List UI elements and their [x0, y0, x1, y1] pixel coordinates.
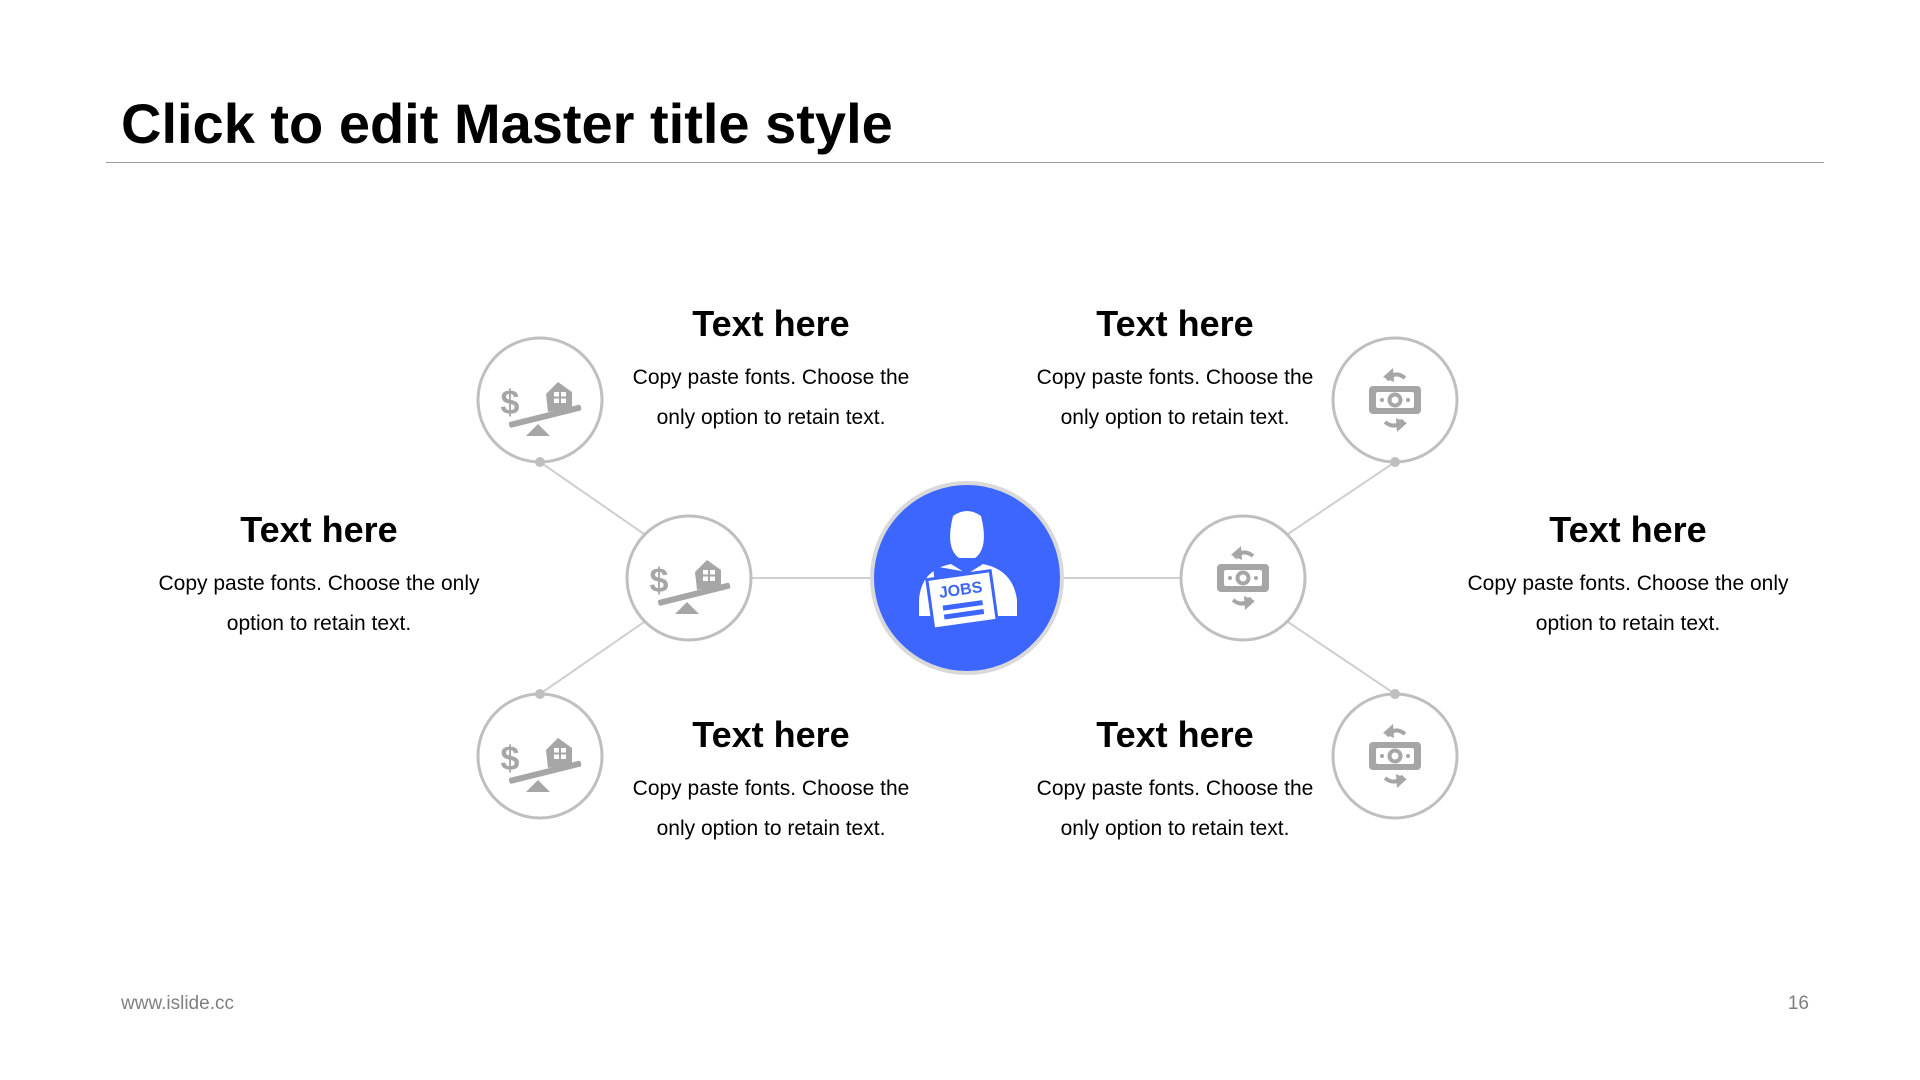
connector-line — [1287, 461, 1396, 535]
node-seesaw-house-dollar[interactable] — [625, 514, 753, 642]
connector-dot — [535, 689, 545, 699]
text-block-body: Copy paste fonts. Choose the only option… — [632, 777, 910, 840]
center-node[interactable]: JOBS — [870, 481, 1064, 675]
connector-dot — [1390, 689, 1400, 699]
text-block-heading: Text here — [692, 303, 850, 344]
node-circle — [476, 336, 604, 464]
text-block-body: Copy paste fonts. Choose the only option… — [1036, 777, 1314, 840]
text-block-heading: Text here — [1549, 509, 1707, 550]
text-block-heading: Text here — [1096, 303, 1254, 344]
text-block[interactable]: Text here Copy paste fonts. Choose the on… — [1020, 302, 1330, 438]
node-cash-exchange[interactable] — [1331, 689, 1459, 820]
text-block[interactable]: Text here Copy paste fonts. Choose the on… — [616, 713, 926, 849]
text-block-body: Copy paste fonts. Choose the only option… — [158, 572, 480, 635]
text-block[interactable]: Text here Copy paste fonts. Choose the on… — [1448, 508, 1808, 644]
node-cash-exchange[interactable] — [1331, 336, 1459, 467]
text-block-heading: Text here — [240, 509, 398, 550]
node-seesaw-house-dollar[interactable] — [476, 336, 604, 467]
text-block-body: Copy paste fonts. Choose the only option… — [632, 366, 910, 429]
connector-line — [539, 461, 645, 535]
text-block-body: Copy paste fonts. Choose the only option… — [1467, 572, 1789, 635]
text-block[interactable]: Text here Copy paste fonts. Choose the on… — [139, 508, 499, 644]
connector-line — [539, 621, 645, 695]
connector-dot — [1390, 457, 1400, 467]
page-number: 16 — [1787, 993, 1809, 1014]
node-cash-exchange[interactable] — [1179, 514, 1307, 642]
text-block[interactable]: Text here Copy paste fonts. Choose the on… — [1020, 713, 1330, 849]
node-circle — [476, 692, 604, 820]
connector-dot — [535, 457, 545, 467]
text-block-heading: Text here — [1096, 714, 1254, 755]
text-block-heading: Text here — [692, 714, 850, 755]
node-circle — [625, 514, 753, 642]
text-block[interactable]: Text here Copy paste fonts. Choose the on… — [616, 302, 926, 438]
node-seesaw-house-dollar[interactable] — [476, 689, 604, 820]
connector-line — [1287, 621, 1396, 695]
footer-url: www.islide.cc — [121, 993, 234, 1014]
text-block-body: Copy paste fonts. Choose the only option… — [1036, 366, 1314, 429]
